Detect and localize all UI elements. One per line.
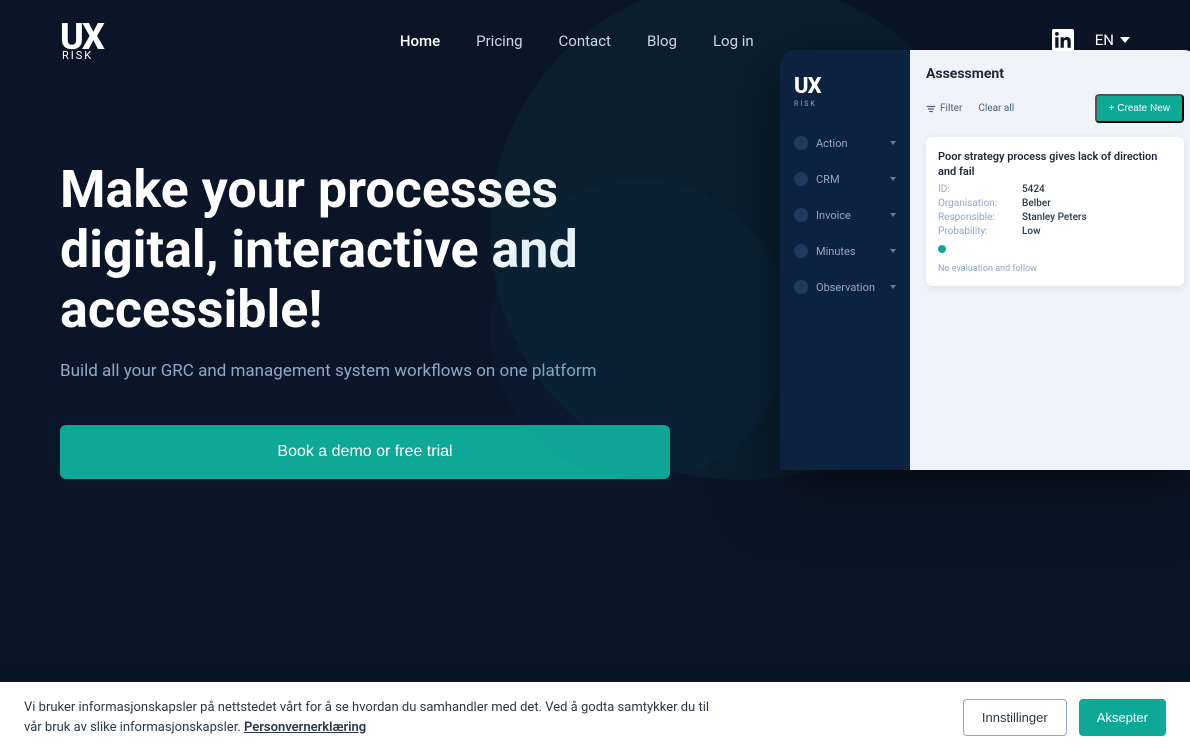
mockup-create-button[interactable]: + Create New (1095, 94, 1184, 123)
action-icon (794, 136, 808, 150)
mockup-nav-minutes[interactable]: Minutes (780, 234, 910, 268)
mockup-resp-label: Responsible: (938, 212, 1018, 223)
mockup-resp-value: Stanley Peters (1022, 212, 1087, 223)
logo[interactable]: UXRISK (60, 19, 103, 62)
cookie-text: Vi bruker informasjonskapsler på nettste… (24, 698, 724, 737)
hero-title: Make your processes digital, interactive… (60, 160, 720, 339)
navbar: UXRISK Home Pricing Contact Blog Log in … (0, 0, 1190, 80)
nav-right: EN (1051, 28, 1130, 52)
mockup-detail-resp-row: Responsible: Stanley Peters (938, 212, 1172, 223)
mockup-detail-org-row: Organisation: Belber (938, 198, 1172, 209)
mockup-org-value: Belber (1022, 198, 1051, 209)
hero-content: Make your processes digital, interactive… (60, 140, 720, 479)
nav-pricing[interactable]: Pricing (476, 31, 522, 50)
mockup-nav-observation[interactable]: Observation (780, 270, 910, 304)
cookie-accept-button[interactable]: Aksepter (1079, 699, 1166, 736)
mockup-prob-value: Low (1022, 226, 1041, 237)
mockup-nav-invoice-label: Invoice (816, 209, 851, 222)
mockup-nav-action[interactable]: Action (780, 126, 910, 160)
minutes-chevron-icon (890, 249, 896, 253)
linkedin-icon[interactable] (1051, 28, 1075, 52)
cta-button[interactable]: Book a demo or free trial (60, 425, 670, 479)
mockup-nav-crm[interactable]: CRM (780, 162, 910, 196)
mockup-detail-prob-row: Probability: Low (938, 226, 1172, 237)
mockup-nav-crm-label: CRM (816, 173, 840, 186)
mockup-prob-label: Probability: (938, 226, 1018, 237)
cookie-message: Vi bruker informasjonskapsler på nettste… (24, 700, 709, 735)
status-dot-icon (938, 245, 946, 253)
mockup-id-value: 5424 (1022, 184, 1045, 195)
hero-section: Make your processes digital, interactive… (0, 80, 1190, 673)
action-chevron-icon (890, 141, 896, 145)
mockup-detail-id-row: ID: 5424 (938, 184, 1172, 195)
crm-icon (794, 172, 808, 186)
mockup-filter-button[interactable]: Filter (926, 103, 962, 114)
invoice-chevron-icon (890, 213, 896, 217)
mockup-org-label: Organisation: (938, 198, 1018, 209)
chevron-down-icon (1120, 37, 1130, 43)
invoice-icon (794, 208, 808, 222)
observation-icon (794, 280, 808, 294)
mockup-detail-footer: No evaluation and follow (938, 264, 1172, 274)
mockup-main-panel: Assessment Filter Clear all + Create New… (910, 50, 1190, 470)
observation-chevron-icon (890, 285, 896, 289)
nav-contact[interactable]: Contact (559, 31, 611, 50)
cookie-privacy-link[interactable]: Personvernerklæring (244, 720, 366, 735)
mockup-status-label: Open (950, 244, 973, 255)
nav-links: Home Pricing Contact Blog Log in (400, 31, 754, 50)
crm-chevron-icon (890, 177, 896, 181)
cookie-banner: Vi bruker informasjonskapsler på nettste… (0, 682, 1190, 753)
nav-home-link[interactable]: Home (400, 32, 440, 50)
mockup-id-label: ID: (938, 184, 1018, 195)
language-label: EN (1095, 31, 1114, 49)
hero-subtitle: Build all your GRC and management system… (60, 359, 720, 385)
minutes-icon (794, 244, 808, 258)
nav-pricing-link[interactable]: Pricing (476, 32, 522, 50)
mockup-nav-observation-label: Observation (816, 281, 875, 294)
nav-login-link[interactable]: Log in (713, 32, 754, 50)
mockup-status-badge: Open (938, 244, 973, 255)
cookie-buttons: Innstillinger Aksepter (963, 699, 1166, 736)
filter-label: Filter (940, 103, 962, 114)
nav-blog-link[interactable]: Blog (647, 32, 677, 50)
nav-blog[interactable]: Blog (647, 31, 677, 50)
mockup-detail-card: Poor strategy process gives lack of dire… (926, 137, 1184, 286)
app-mockup: UX RISK Action CRM Invoice (780, 50, 1190, 470)
cookie-settings-button[interactable]: Innstillinger (963, 699, 1067, 736)
nav-login[interactable]: Log in (713, 31, 754, 50)
nav-home[interactable]: Home (400, 31, 440, 50)
mockup-nav-invoice[interactable]: Invoice (780, 198, 910, 232)
mockup-detail-title: Poor strategy process gives lack of dire… (938, 149, 1172, 180)
mockup-toolbar: Filter Clear all + Create New (926, 94, 1184, 123)
mockup-sidebar: UX RISK Action CRM Invoice (780, 50, 910, 470)
language-selector[interactable]: EN (1095, 31, 1130, 49)
nav-contact-link[interactable]: Contact (559, 32, 611, 50)
mockup-clear-button[interactable]: Clear all (978, 103, 1014, 114)
mockup-nav-action-label: Action (816, 137, 848, 150)
mockup-nav-minutes-label: Minutes (816, 245, 856, 258)
mockup-logo-risk: RISK (794, 100, 896, 108)
